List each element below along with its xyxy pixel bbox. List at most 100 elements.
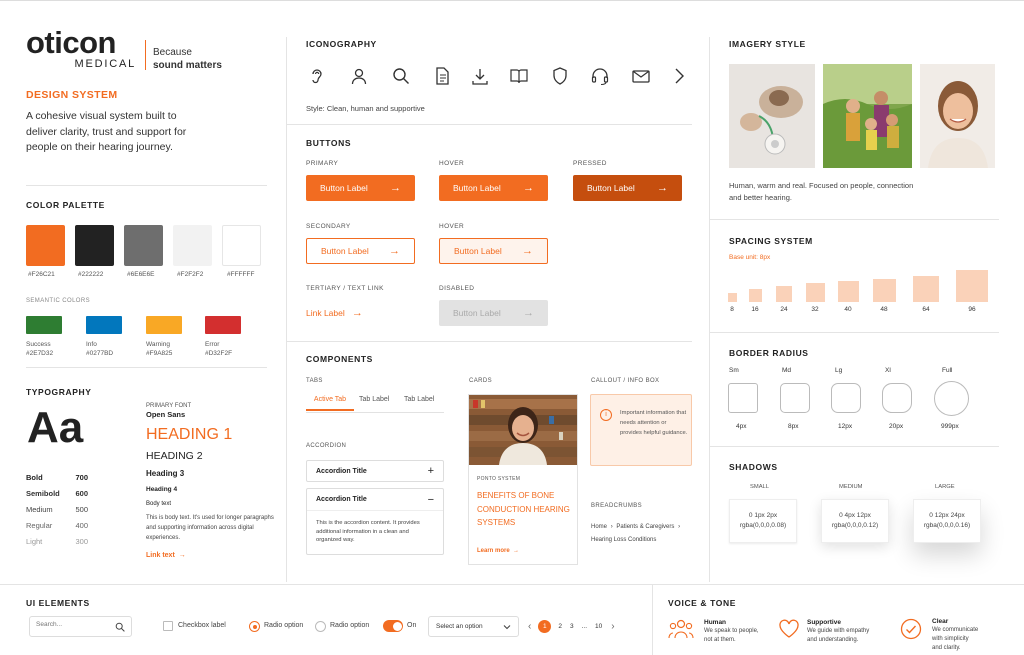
page-10[interactable]: 10 [595,623,602,630]
spacing-value: 24 [780,306,788,313]
radius-name: Full [942,367,953,374]
radius-sample-xl [882,383,912,413]
primary-pressed-button[interactable]: Button Label → [573,175,682,201]
accordion-content: This is the accordion content. It provid… [316,520,420,543]
arrow-right-icon: → [523,182,534,194]
radio-unselected[interactable] [315,621,326,632]
shadow-small-card: 0 1px 2px rgba(0,0,0,0.08) [729,499,797,543]
headset-icon [591,68,609,86]
tertiary-link[interactable]: Link Label → [306,307,363,319]
toggle-label: On [407,622,417,629]
pagination: ‹ 1 2 3 ... 10 › [528,619,615,633]
secondary-label: SECONDARY [306,223,351,230]
components-title: COMPONENTS [306,354,373,364]
secondary-button[interactable]: Button Label → [306,238,415,264]
spacing-scale [727,265,994,302]
text-link-label: Link text [146,552,175,559]
type-sample: Aa [27,403,84,452]
tab-item[interactable]: Tab Label [359,396,389,403]
search-field[interactable] [36,621,106,628]
pagination-next[interactable]: › [611,621,614,632]
button-label: Button Label [587,183,635,193]
voice-item-title: Supportive [807,619,841,626]
woman-portrait-image [920,64,995,168]
voice-item: Clear We communicate with simplicity and… [932,617,1002,653]
radius-name: Xl [885,367,891,374]
page-2[interactable]: 2 [558,623,562,630]
chevron-down-icon [503,624,511,629]
accordion-item-expanded[interactable]: Accordion Title − This is the accordion c… [306,488,444,555]
primary-hover-button[interactable]: Button Label → [439,175,548,201]
weight-list: Bold 700 Semibold 600 Medium 500 Regular 400… [26,470,88,550]
weight-value: 400 [75,521,88,530]
card[interactable]: PONTO SYSTEM BENEFITS OF BONE CONDUCTION… [468,394,578,565]
swatch-hex: #F26C21 [28,271,55,278]
shadow-name: MEDIUM [839,484,863,490]
voice-item-line: We speak to people, [704,628,759,634]
semantic-name: Info [86,341,97,348]
breadcrumb-separator-icon: › [610,524,613,530]
button-label: Button Label [453,183,501,193]
accordion-title: Accordion Title [316,467,367,475]
tab-item[interactable]: Tab Label [404,396,434,403]
swatch-dark [75,225,114,266]
disabled-button[interactable]: Button Label → [439,300,548,326]
voice-title: VOICE & TONE [668,598,736,608]
pagination-prev[interactable]: ‹ [528,621,531,632]
voice-item-line: We guide with empathy [807,628,870,634]
search-input[interactable] [29,616,132,637]
spacing-block [913,276,939,302]
type-scale: PRIMARY FONT Open Sans HEADING 1 HEADING… [146,403,274,559]
callout-label: CALLOUT / INFO BOX [591,378,660,384]
radius-value: 8px [788,423,799,430]
checkbox-label: Checkbox label [178,622,226,629]
text-link[interactable]: Link text → [146,552,274,559]
checkbox[interactable] [163,621,173,631]
breadcrumb-patients[interactable]: Patients & Caregivers [616,524,674,530]
accordion-label: ACCORDION [306,443,347,449]
voice-item: Human We speak to people, not at them. [704,618,774,645]
family-outdoor-image [823,64,912,168]
user-icon [351,68,367,85]
select-dropdown[interactable]: Select an option [428,616,519,637]
page-1[interactable]: 1 [538,619,552,633]
radius-sample-sm [728,383,758,413]
weight-name: Light [26,537,43,546]
radius-sample-full [934,381,969,416]
tab-active[interactable]: Active Tab [306,396,354,411]
buttons-title: BUTTONS [306,138,352,148]
primary-button[interactable]: Button Label → [306,175,415,201]
toggle-switch[interactable] [383,620,403,632]
arrow-right-icon: → [513,548,520,554]
page-3[interactable]: 3 [570,623,574,630]
heart-icon [779,619,799,638]
secondary-hover-button[interactable]: Button Label → [439,238,548,264]
card-link[interactable]: Learn more → [477,548,519,554]
radio-selected[interactable] [249,621,260,632]
iconography-title: ICONOGRAPHY [306,39,377,49]
weight-value: 300 [75,537,88,546]
tab-bar: Active Tab Tab Label Tab Label [306,391,444,413]
spacing-block [727,293,737,302]
info-icon: i [600,409,612,421]
iconography-style: Style: Clean, human and supportive [306,104,425,113]
voice-item-title: Human [704,619,727,626]
spacing-block [748,289,762,302]
search-icon[interactable] [115,622,125,632]
button-label: Button Label [321,246,369,256]
divider [710,219,999,220]
spacing-value: 48 [880,306,888,313]
design-system-title: DESIGN SYSTEM [26,89,118,101]
breadcrumb-home[interactable]: Home [591,524,607,530]
voice-item-line: and understanding. [807,637,859,643]
callout-text: Important information that needs attenti… [620,410,688,436]
swatch-hex: #222222 [78,271,104,278]
spacing-value: 40 [844,306,852,313]
shadow-large-card: 0 12px 24px rgba(0,0,0,0.16) [913,499,981,543]
button-label: Button Label [320,183,368,193]
spacing-block [956,270,988,302]
tagline-1: Because [153,47,192,58]
accordion-item-collapsed[interactable]: Accordion Title + [306,460,444,482]
spacing-value: 16 [751,306,759,313]
select-value: Select an option [436,623,483,630]
